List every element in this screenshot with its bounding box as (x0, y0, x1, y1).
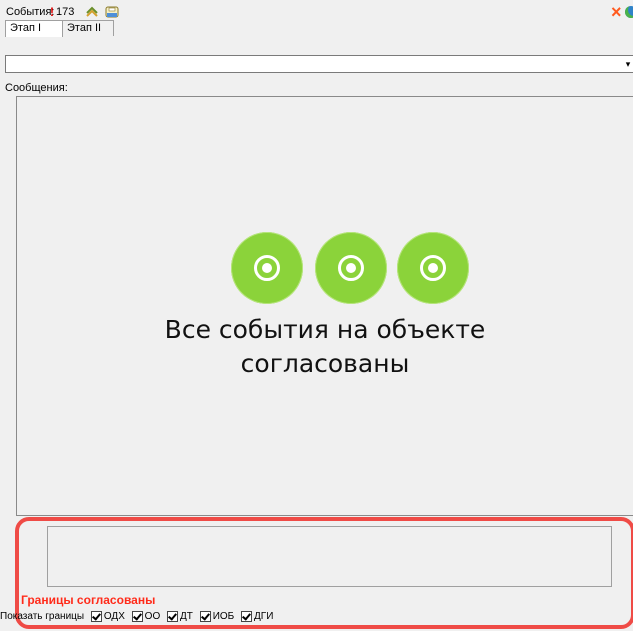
show-borders-row: Показать границы ОДХ ОО ДТ ИОБ ДГИ (0, 611, 273, 622)
tab-stage-2[interactable]: Этап II (62, 20, 114, 36)
checkbox-oo[interactable] (131, 611, 143, 622)
events-count: 173 (56, 6, 75, 18)
check-circle-icon (315, 232, 387, 304)
tab-stage-1[interactable]: Этап I (5, 20, 63, 37)
print-icon[interactable] (104, 4, 120, 20)
tab-label: Этап II (67, 22, 102, 34)
empty-message-line1: Все события на объекте (164, 315, 486, 344)
checkbox-dt[interactable] (167, 611, 179, 622)
check-circle-icon (397, 232, 469, 304)
checkbox-odh[interactable] (90, 611, 102, 622)
messages-panel: Все события на объекте согласованы (16, 96, 633, 516)
refresh-icon[interactable] (84, 4, 100, 20)
empty-message-line2: согласованы (240, 349, 410, 378)
checkbox-iob[interactable] (199, 611, 211, 622)
borders-textarea[interactable] (47, 526, 612, 587)
events-label: События: (6, 6, 55, 18)
tab-label: Этап I (10, 22, 42, 34)
check-circle-icon (231, 232, 303, 304)
toolbar: События: ! 173 × Этап I Этап II (0, 0, 633, 37)
chevron-down-icon[interactable]: ▾ (622, 56, 633, 72)
checkbox-label: ОО (144, 611, 161, 622)
borders-status: Границы согласованы (21, 593, 156, 607)
checkbox-label: ДТ (180, 611, 193, 622)
checkbox-dgi[interactable] (241, 611, 252, 622)
checkbox-label: ДГИ (254, 611, 274, 622)
messages-label: Сообщения: (5, 82, 68, 94)
show-borders-label: Показать границы (0, 611, 85, 622)
checkbox-label: ИОБ (212, 611, 235, 622)
stage-combobox[interactable]: ▾ (5, 55, 633, 73)
close-icon[interactable]: × (611, 3, 622, 21)
checkbox-label: ОДХ (103, 611, 125, 622)
globe-icon[interactable] (625, 6, 633, 18)
alert-icon: ! (50, 5, 54, 19)
